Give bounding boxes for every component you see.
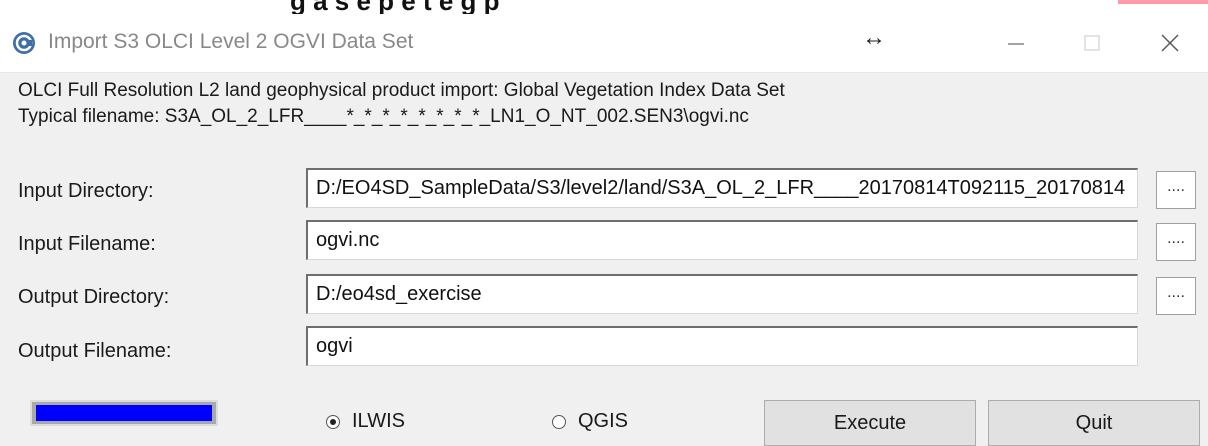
close-button[interactable] (1140, 14, 1200, 72)
close-icon (1161, 34, 1179, 52)
input-directory-field[interactable] (306, 168, 1138, 208)
minimize-icon (1008, 43, 1024, 45)
output-directory-browse-button[interactable]: .... (1156, 277, 1196, 315)
output-directory-field[interactable] (306, 274, 1138, 314)
progress-bar (30, 400, 218, 426)
input-filename-label: Input Filename: (18, 233, 156, 255)
radio-qgis-label: QGIS (578, 410, 629, 432)
radio-ilwis-label: ILWIS (352, 410, 405, 432)
resize-arrows-icon: ↔ (862, 24, 886, 51)
maximize-button[interactable] (1062, 14, 1122, 72)
minimize-button[interactable] (986, 14, 1046, 72)
output-filename-label: Output Filename: (18, 340, 172, 362)
quit-button[interactable]: Quit (988, 400, 1200, 446)
typical-filename: Typical filename: S3A_OL_2_LFR____*_*_*_… (18, 106, 749, 127)
maximize-icon (1084, 35, 1100, 51)
output-directory-label: Output Directory: (18, 286, 170, 308)
window-title: Import S3 OLCI Level 2 OGVI Data Set (48, 30, 414, 53)
product-description: OLCI Full Resolution L2 land geophysical… (18, 80, 785, 101)
input-filename-browse-button[interactable]: .... (1156, 223, 1196, 261)
input-directory-label: Input Directory: (18, 180, 154, 202)
execute-button[interactable]: Execute (764, 400, 976, 446)
output-filename-field[interactable] (306, 326, 1138, 366)
input-filename-field[interactable] (306, 220, 1138, 260)
title-bar[interactable]: Import S3 OLCI Level 2 OGVI Data Set ↔ (0, 14, 1208, 73)
radio-ilwis-indicator[interactable] (326, 414, 340, 429)
radio-qgis-indicator[interactable] (552, 414, 566, 429)
progress-fill (36, 405, 212, 421)
background-window-text: g a s e p e t e g p (290, 0, 500, 14)
background-window-clip: g a s e p e t e g p (0, 0, 1208, 14)
radio-ilwis[interactable]: ILWIS (326, 410, 405, 433)
radio-qgis[interactable]: QGIS (552, 410, 628, 433)
input-directory-browse-button[interactable]: .... (1156, 171, 1196, 209)
app-icon (13, 32, 35, 54)
background-accent (1118, 0, 1208, 4)
